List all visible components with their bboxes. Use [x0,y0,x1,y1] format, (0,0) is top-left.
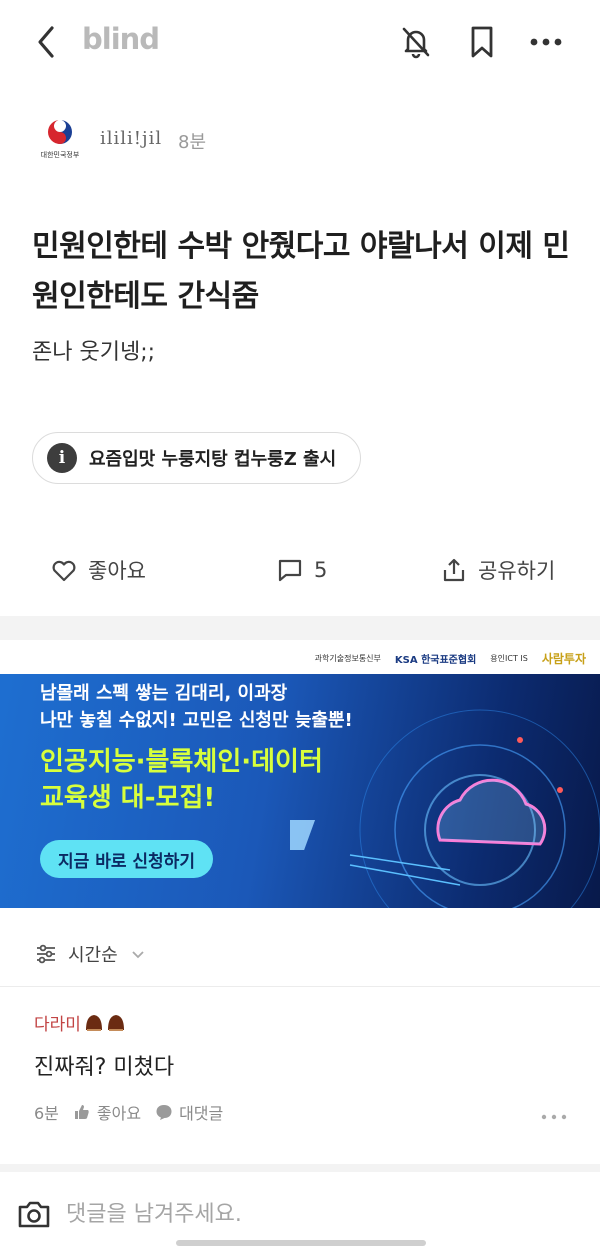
topic-chip[interactable]: i 요즘입맛 누룽지탕 컵누룽Z 출시 [32,432,362,484]
ad-cta-button[interactable]: 지금 바로 신청하기 [40,840,213,878]
home-indicator [176,1240,426,1246]
info-icon: i [47,443,77,473]
share-label: 공유하기 [478,559,556,583]
comment-reply-label: 대댓글 [179,1104,224,1123]
bookmark-icon[interactable] [462,22,502,62]
comment-time: 6분 [34,1104,59,1123]
author-name[interactable]: ilili!jil [100,128,162,149]
comment-count: 5 [314,558,328,582]
post-title: 민원인한테 수박 안줬다고 야랄나서 이제 민원인한테도 간식줌 [32,229,570,314]
ad-headline-2: 교육생 대-모집! [40,783,216,813]
comment-reply-button[interactable]: 대댓글 [155,1100,223,1124]
post-time: 8분 [178,132,207,153]
post-body: 존나 웃기넹;; [32,340,156,365]
top-bar: blind [0,0,600,86]
chestnut-badge-icon [85,1014,124,1031]
section-divider [0,616,600,640]
comment-like-button[interactable]: 좋아요 [73,1100,141,1124]
topic-chip-label: 요즘입맛 누룽지탕 컵누룽Z 출시 [89,449,337,470]
comment-input[interactable] [66,1194,566,1234]
comment-like-label: 좋아요 [96,1104,142,1123]
sort-label: 시간순 [68,945,118,966]
comment-sort[interactable]: 시간순 [34,934,148,974]
sort-filter-icon [37,944,55,964]
heart-icon [52,560,76,582]
like-label: 좋아요 [88,559,146,583]
ad-copy: 남몰래 스펙 쌓는 김대리, 이과장 나만 놓칠 수없지! 고민은 신청만 늦출… [40,680,353,734]
comment-author-row: 다라미 [34,1010,574,1035]
comment-item: 다라미 진짜줘? 미쳤다 [34,1010,574,1081]
government-logo[interactable]: 대한민국정부 [32,116,88,166]
share-button[interactable]: 공유하기 [440,548,555,592]
post-author-row: 대한민국정부 ilili!jil 8분 [32,116,552,168]
divider [0,986,600,987]
composer-divider [0,1164,600,1172]
comment-icon [278,559,302,582]
comment-count-button[interactable]: 5 [276,548,327,592]
ad-sponsor-strip: 과학기술정보통신부 KSA 한국표준협회 용인ICT IS 사람투자 [0,640,600,674]
ad-headline: 인공지능·블록체인·데이터 교육생 대-모집! [40,744,323,816]
share-icon [443,558,465,582]
sponsor-ksa: KSA 한국표준협회 [394,655,477,666]
comment-text: 진짜줘? 미쳤다 [34,1055,175,1080]
like-button[interactable]: 좋아요 [50,548,146,592]
ad-banner[interactable]: 과학기술정보통신부 KSA 한국표준협회 용인ICT IS 사람투자 남몰래 스… [0,640,600,908]
ad-headline-1: 인공지능·블록체인·데이터 [40,747,323,777]
sponsor-yongin: 용인ICT IS [490,654,528,663]
chevron-down-icon [132,951,144,959]
thumbs-up-icon [74,1105,89,1119]
comment-author[interactable]: 다라미 [34,1010,81,1035]
post-actions: 좋아요 5 공유하기 [0,548,600,592]
org-logo-caption: 대한민국정부 [40,151,80,159]
back-icon[interactable] [30,22,66,62]
ad-line-1: 남몰래 스펙 쌓는 김대리, 이과장 [40,683,288,704]
camera-icon[interactable] [16,1196,52,1232]
comment-more-icon[interactable] [540,1108,568,1120]
bell-off-icon[interactable] [396,22,436,62]
sponsor-msit: 과학기술정보통신부 [314,654,381,663]
app-logo[interactable]: blind [82,22,160,56]
ad-line-2: 나만 놓칠 수없지! 고민은 신청만 늦출뿐! [40,710,353,731]
more-icon[interactable] [526,22,566,62]
speech-bubble-icon [156,1105,172,1120]
comment-meta: 6분 좋아요 대댓글 [34,1100,223,1124]
sponsor-people-invest: 사람투자 [541,652,586,666]
